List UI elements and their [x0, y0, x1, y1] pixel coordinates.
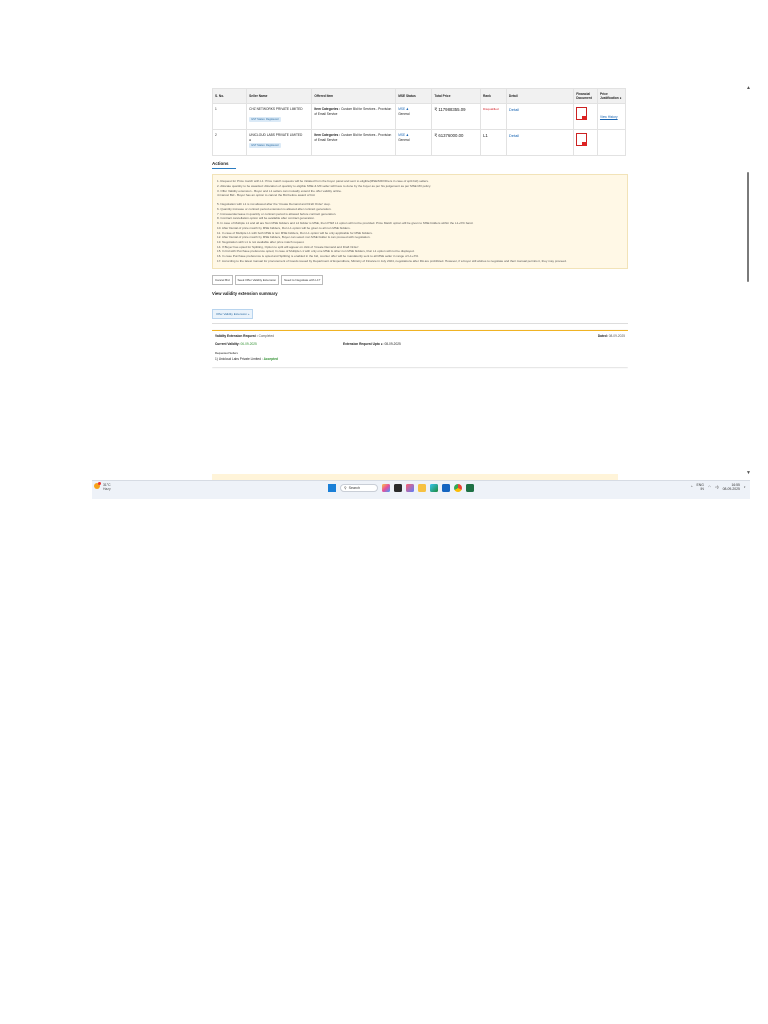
col-financial-document: Financial Document — [573, 87, 598, 105]
negotiate-button[interactable]: Need to Negotiate with L1? — [281, 274, 324, 285]
table-row: 2 UNICLOUD LABS PRIVATE LIMITED ● GST St… — [212, 129, 627, 157]
rank-text: Disqualified — [483, 107, 499, 112]
cell-price: ₹ 117988355.09 — [431, 103, 482, 131]
validity-row: Current Validity: 06-09-2025 Extension R… — [215, 342, 625, 346]
actions-heading: Actions — [212, 161, 229, 167]
extension-upto: Extension Request Upto ●: 08-09-2025 — [343, 341, 401, 346]
seller-name: CHZ NETWORKS PRIVATE LIMITED — [249, 107, 303, 112]
tab-offer-validity-extension[interactable]: Offer Validity Extension » — [212, 308, 254, 319]
table-row: 1 CHZ NETWORKS PRIVATE LIMITED GST Statu… — [212, 103, 627, 131]
seller-name: UNICLOUD LABS PRIVATE LIMITED — [249, 133, 303, 138]
file-explorer-icon[interactable] — [418, 484, 426, 492]
cell-mse: MSE ♟ General — [395, 103, 433, 131]
col-offered-item: Offered Item — [311, 87, 397, 105]
weather-condition: Hazy — [102, 487, 111, 492]
cell-price: ₹ 61376000.00 — [431, 129, 482, 157]
language-indicator[interactable]: ENG IN — [697, 483, 704, 492]
requested-seller-row: 1) Unicloud Labs Private Limited : Accep… — [215, 356, 278, 361]
notification-icon[interactable]: ◐ — [744, 485, 746, 489]
gst-badge: GST Status: Registered — [249, 142, 281, 149]
chrome-icon[interactable] — [454, 484, 462, 492]
task-view-icon[interactable] — [394, 484, 402, 492]
card-header-row: Validity Extension Request : Completed D… — [215, 334, 625, 338]
cell-rank: Disqualified — [480, 103, 507, 131]
col-detail: Detail — [505, 87, 575, 105]
weather-icon — [94, 482, 101, 489]
cell-mse: MSE ♟ General — [395, 129, 433, 157]
cell-detail: Detail — [505, 129, 575, 157]
cell-justification: View History — [596, 103, 627, 131]
main-content: S. No. Seller Name Offered Item MSE Stat… — [212, 84, 628, 480]
screenshot-frame: S. No. Seller Name Offered Item MSE Stat… — [92, 84, 751, 499]
outlook-icon[interactable] — [442, 484, 450, 492]
cell-item: Item Categories : Custom Bid for Service… — [311, 103, 397, 131]
cell-rank: L1 — [480, 129, 507, 157]
windows-taskbar: 31°C Hazy ⚲ Search ^ ENG IN ◠ ◁) 16:55 08-09… — [92, 480, 750, 499]
col-seller-name: Seller Name — [246, 87, 313, 105]
windows-start-icon[interactable] — [328, 484, 336, 492]
col-rank: Rank — [480, 87, 507, 105]
scrollbar-thumb[interactable] — [747, 172, 749, 282]
clock[interactable]: 16:55 08-09-2025 — [723, 483, 740, 492]
cancel-bid-button[interactable]: Cancel Bid — [212, 274, 233, 285]
view-history-link[interactable]: View History — [600, 115, 618, 119]
current-validity: Current Validity: 06-09-2025 — [215, 341, 257, 346]
volume-icon[interactable]: ◁) — [715, 485, 719, 489]
edge-icon[interactable] — [430, 484, 438, 492]
mse-type: General — [398, 137, 410, 142]
pdf-icon[interactable] — [576, 107, 588, 121]
cell-sno: 1 — [212, 103, 248, 131]
scroll-up-arrow[interactable]: ▲ — [746, 85, 751, 91]
actions-notice: 1. Request for Price match with L1: Pric… — [212, 174, 628, 269]
info-icon[interactable]: ● — [620, 96, 622, 100]
cell-financial-doc — [573, 129, 598, 157]
note-line: 17. According to the latest manual for p… — [217, 258, 567, 263]
action-buttons: Cancel Bid Seek Offer Validity Extension… — [212, 274, 628, 285]
taskbar-search[interactable]: ⚲ Search — [340, 484, 378, 492]
cell-detail: Detail — [505, 103, 575, 131]
excel-icon[interactable] — [466, 484, 474, 492]
requested-sellers-label: Requested Sellers — [215, 350, 238, 355]
chevron-up-icon[interactable]: ^ — [691, 485, 693, 489]
col-mse-status: MSE Status — [395, 87, 433, 105]
validity-card: Validity Extension Request : Completed D… — [212, 329, 628, 367]
copilot-icon[interactable] — [382, 484, 390, 492]
gst-badge: GST Status: Registered — [249, 116, 281, 123]
cell-seller: UNICLOUD LABS PRIVATE LIMITED ● GST Stat… — [246, 129, 313, 157]
col-sno: S. No. — [212, 87, 248, 105]
search-label: Search — [348, 486, 361, 490]
search-icon: ⚲ — [344, 486, 347, 490]
validity-tabbar: Offer Validity Extension » — [212, 302, 628, 324]
cell-item: Item Categories : Custom Bid for Service… — [311, 129, 397, 157]
weather-widget[interactable]: 31°C Hazy — [94, 482, 111, 492]
validity-summary-title: View validity extension summary — [212, 290, 278, 296]
table-header-row: S. No. Seller Name Offered Item MSE Stat… — [212, 87, 627, 105]
col-total-price: Total Price — [431, 87, 482, 105]
info-icon[interactable]: ● — [249, 138, 309, 142]
system-tray: ^ ENG IN ◠ ◁) 16:55 08-09-2025 ◐ — [691, 483, 746, 492]
detail-link[interactable]: Detail — [509, 107, 519, 112]
col-price-justification: Price Justification ● — [596, 87, 627, 105]
taskbar-apps: ⚲ Search — [328, 484, 474, 492]
cell-seller: CHZ NETWORKS PRIVATE LIMITED GST Status:… — [246, 103, 313, 131]
mse-type: General — [398, 111, 410, 116]
scroll-down-arrow[interactable]: ▼ — [746, 470, 751, 476]
cell-financial-doc — [573, 103, 598, 131]
bids-table: S. No. Seller Name Offered Item MSE Stat… — [212, 87, 627, 157]
pdf-icon[interactable] — [576, 133, 588, 147]
wifi-icon[interactable]: ◠ — [708, 485, 711, 489]
store-icon[interactable] — [406, 484, 414, 492]
info-icon[interactable]: ● — [381, 342, 383, 346]
detail-link[interactable]: Detail — [509, 133, 519, 138]
dated: Dated: 08-09-2025 — [597, 333, 625, 338]
request-status: Validity Extension Request : Completed — [215, 333, 274, 338]
cell-sno: 2 — [212, 129, 248, 157]
actions-underline — [212, 168, 236, 170]
seek-extension-button[interactable]: Seek Offer Validity Extension — [234, 274, 280, 285]
cell-justification — [596, 129, 627, 157]
